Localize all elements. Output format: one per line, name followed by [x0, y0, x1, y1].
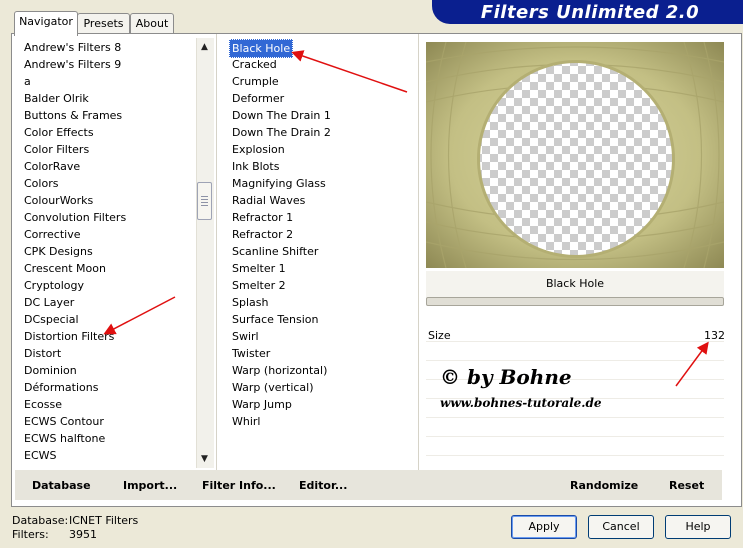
category-item[interactable]: CPK Designs — [24, 243, 93, 260]
filters-count: 3951 — [69, 528, 97, 541]
apply-button[interactable]: Apply — [511, 515, 577, 539]
filter-item[interactable]: Warp Jump — [232, 396, 292, 413]
scroll-down-icon[interactable]: ▼ — [196, 451, 213, 468]
database-label: Database: — [12, 514, 69, 527]
category-item[interactable]: Dominion — [24, 362, 77, 379]
category-item[interactable]: Buttons & Frames — [24, 107, 122, 124]
category-item[interactable]: Andrew's Filters 9 — [24, 56, 121, 73]
category-item[interactable]: Balder Olrik — [24, 90, 89, 107]
category-item[interactable]: ColorRave — [24, 158, 80, 175]
reset-button[interactable]: Reset — [669, 477, 704, 495]
category-item[interactable]: a — [24, 73, 31, 90]
filter-item[interactable]: Swirl — [232, 328, 259, 345]
filter-item[interactable]: Ink Blots — [232, 158, 279, 175]
thumb-grip — [201, 199, 208, 200]
tab-about[interactable]: About — [130, 13, 174, 34]
black-hole-preview-image — [426, 42, 724, 268]
column-divider — [418, 34, 419, 470]
category-item[interactable]: Andrew's Filters 8 — [24, 39, 121, 56]
category-item[interactable]: ECWS halftone — [24, 430, 105, 447]
thumb-grip — [201, 205, 208, 206]
filter-item[interactable]: Splash — [232, 294, 268, 311]
editor-button[interactable]: Editor... — [299, 477, 347, 495]
preview-filter-name: Black Hole — [426, 271, 724, 297]
category-item[interactable]: Crescent Moon — [24, 260, 106, 277]
category-item-distortion-filters[interactable]: Distortion Filters — [24, 328, 114, 345]
filter-item[interactable]: Whirl — [232, 413, 260, 430]
filter-item[interactable]: Down The Drain 1 — [232, 107, 331, 124]
category-item[interactable]: DCspecial — [24, 311, 79, 328]
filter-item[interactable]: Smelter 1 — [232, 260, 286, 277]
help-button[interactable]: Help — [665, 515, 731, 539]
column-divider — [216, 34, 217, 470]
filter-item[interactable]: Radial Waves — [232, 192, 305, 209]
thumb-grip — [201, 196, 208, 197]
category-item[interactable]: Cryptology — [24, 277, 84, 294]
thumb-grip — [201, 202, 208, 203]
category-item[interactable]: Color Filters — [24, 141, 89, 158]
filter-item[interactable]: Deformer — [232, 90, 284, 107]
category-item[interactable]: Distort — [24, 345, 61, 362]
filter-item[interactable]: Twister — [232, 345, 270, 362]
filter-item[interactable]: Refractor 1 — [232, 209, 293, 226]
filter-item[interactable]: Cracked — [232, 56, 277, 73]
category-item[interactable]: Ecosse — [24, 396, 62, 413]
category-item[interactable]: ECWS Contour — [24, 413, 104, 430]
category-item[interactable]: Colors — [24, 175, 58, 192]
import-button[interactable]: Import... — [123, 477, 177, 495]
database-value: ICNET Filters — [69, 514, 139, 527]
filter-item[interactable]: Refractor 2 — [232, 226, 293, 243]
filter-item[interactable]: Crumple — [232, 73, 279, 90]
filter-item[interactable]: Explosion — [232, 141, 285, 158]
app-title: Filters Unlimited 2.0 — [480, 2, 700, 23]
tab-navigator[interactable]: Navigator — [14, 11, 78, 36]
filter-item[interactable]: Warp (vertical) — [232, 379, 314, 396]
scroll-up-icon[interactable]: ▲ — [196, 39, 213, 56]
category-item[interactable]: Color Effects — [24, 124, 94, 141]
filter-item[interactable]: Smelter 2 — [232, 277, 286, 294]
filter-preview — [426, 42, 724, 268]
category-item[interactable]: Convolution Filters — [24, 209, 126, 226]
category-item[interactable]: Déformations — [24, 379, 98, 396]
size-label: Size — [428, 329, 451, 342]
watermark-url: www.bohnes-tutorale.de — [440, 396, 602, 410]
filter-item[interactable]: Magnifying Glass — [232, 175, 326, 192]
filters-label: Filters: — [12, 528, 49, 541]
tab-presets[interactable]: Presets — [77, 13, 130, 34]
filter-item[interactable]: Surface Tension — [232, 311, 318, 328]
database-button[interactable]: Database — [32, 477, 91, 495]
watermark-author: © by Bohne — [440, 365, 572, 389]
progress-bar — [426, 297, 724, 306]
category-item[interactable]: ECWS — [24, 447, 57, 464]
randomize-button[interactable]: Randomize — [570, 477, 638, 495]
filter-item[interactable]: Scanline Shifter — [232, 243, 318, 260]
cancel-button[interactable]: Cancel — [588, 515, 654, 539]
category-item[interactable]: ColourWorks — [24, 192, 93, 209]
size-value[interactable]: 132 — [704, 329, 725, 342]
category-item[interactable]: DC Layer — [24, 294, 74, 311]
filter-info-button[interactable]: Filter Info... — [202, 477, 276, 495]
category-item[interactable]: Corrective — [24, 226, 80, 243]
category-scrollbar[interactable] — [196, 38, 214, 468]
scroll-thumb[interactable] — [197, 182, 212, 220]
filter-item[interactable]: Warp (horizontal) — [232, 362, 327, 379]
filter-item[interactable]: Down The Drain 2 — [232, 124, 331, 141]
